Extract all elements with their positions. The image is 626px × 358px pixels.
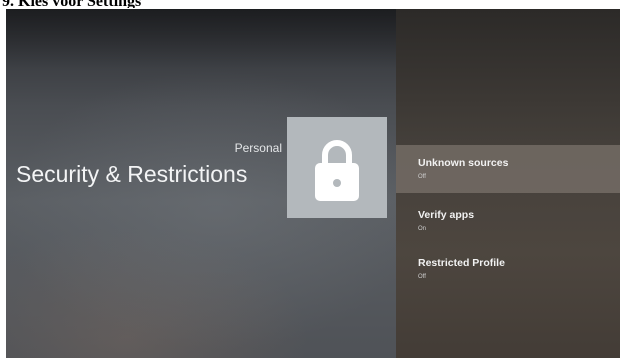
setting-value: Off [418,174,426,180]
section-label: Personal [234,141,282,155]
setting-restricted-profile[interactable]: Restricted Profile Off [396,245,620,293]
settings-list: Unknown sources Off Verify apps On Restr… [396,9,620,358]
setting-value: On [418,226,427,232]
page-title: Security & Restrictions [16,161,248,187]
setting-title: Unknown sources [418,157,509,169]
document-caption: 9. Kies voor Settings [0,0,626,8]
security-icon-tile [287,117,387,218]
setting-unknown-sources[interactable]: Unknown sources Off [396,145,620,193]
tv-screen-photo: Personal Security & Restrictions Unknown… [6,9,620,358]
setting-title: Restricted Profile [418,257,505,269]
setting-verify-apps[interactable]: Verify apps On [396,197,620,245]
lock-icon [315,140,359,201]
setting-value: Off [418,274,426,280]
setting-title: Verify apps [418,209,475,221]
